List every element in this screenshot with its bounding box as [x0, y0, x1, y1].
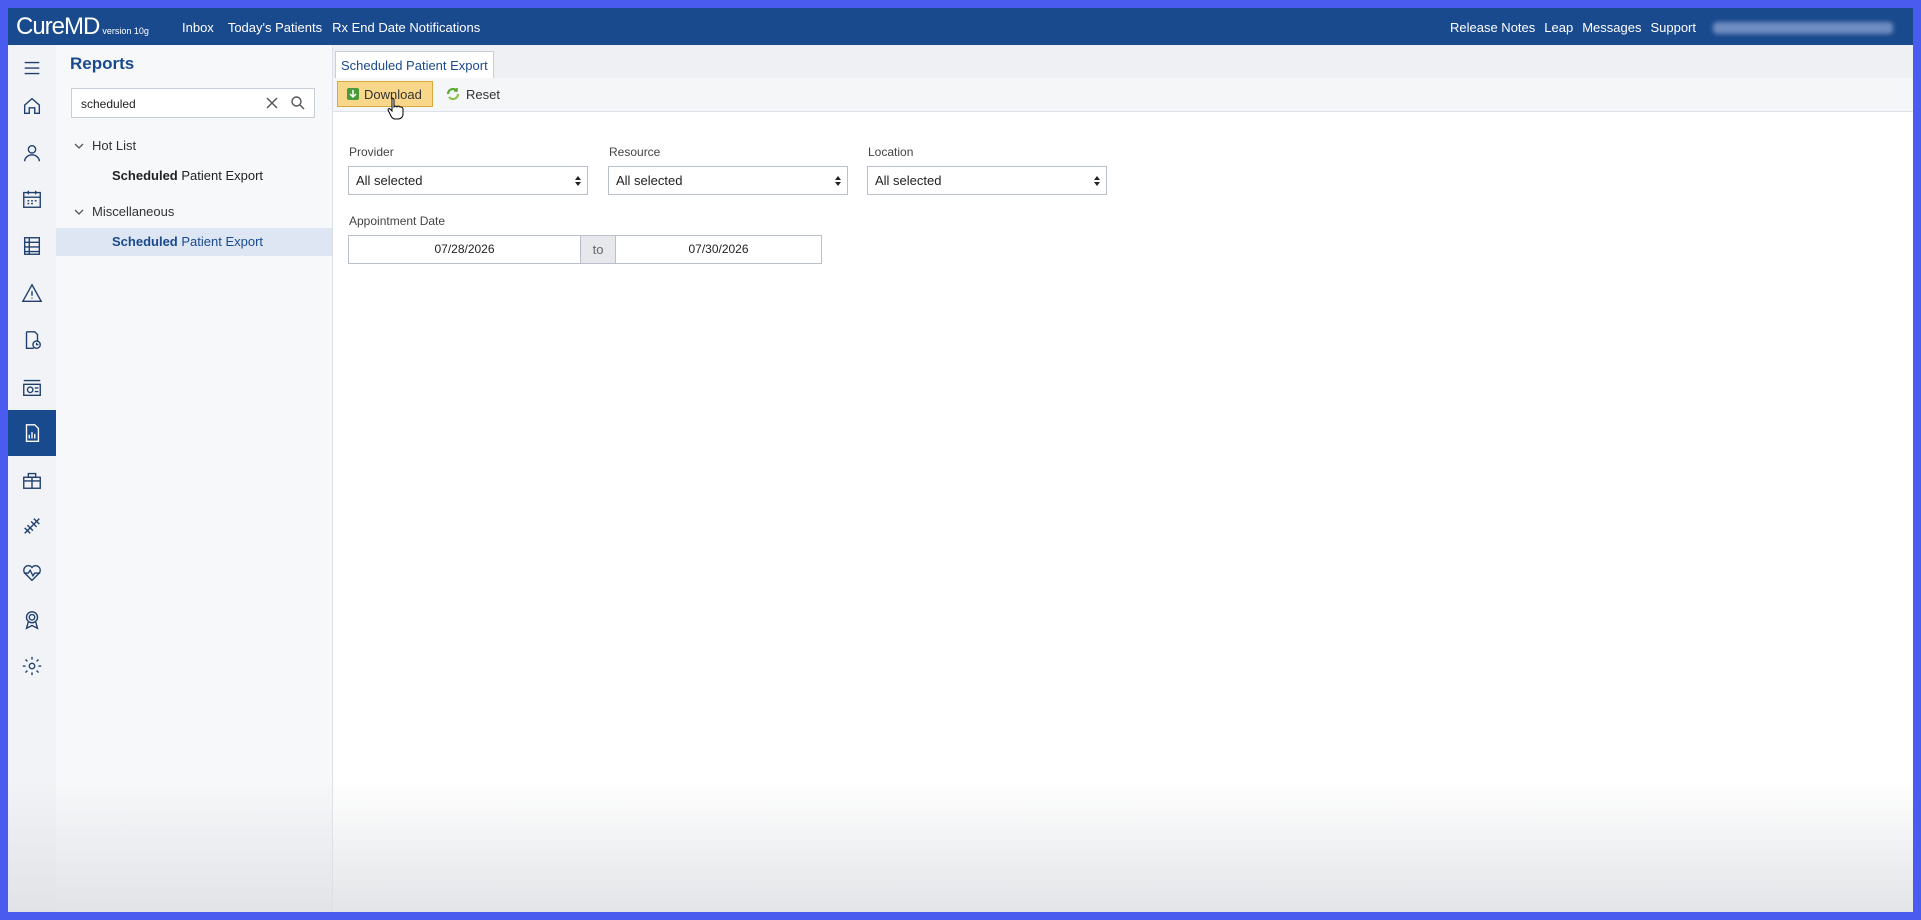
panel-title: Reports	[70, 54, 135, 73]
hand-cursor-icon	[387, 97, 404, 120]
chevron-down-icon	[74, 143, 84, 149]
dna-icon[interactable]	[8, 503, 56, 549]
version-text: version 10g	[102, 26, 149, 36]
item-rest-part: Patient Export	[177, 234, 264, 249]
toolbar: Download Reset	[333, 78, 1913, 112]
download-icon	[347, 88, 359, 100]
report-search-box	[71, 88, 315, 119]
sort-arrows-icon	[835, 176, 841, 186]
sort-arrows-icon	[1094, 176, 1100, 186]
tree-item-scheduled-patient-export-misc[interactable]: Scheduled Patient Export	[56, 228, 332, 256]
reports-icon[interactable]	[8, 410, 56, 456]
provider-select[interactable]: All selected	[348, 166, 588, 195]
reset-icon	[446, 87, 460, 101]
date-range-separator: to	[580, 236, 616, 263]
main-content: Scheduled Patient Export Download Reset …	[333, 45, 1913, 912]
provider-label: Provider	[349, 145, 394, 159]
top-nav: Inbox Today's Patients Rx End Date Notif…	[182, 20, 480, 35]
resource-value: All selected	[616, 173, 683, 188]
date-from-input[interactable]: 07/28/2026	[349, 236, 580, 263]
search-icon[interactable]	[290, 95, 306, 111]
nav-todays-patients[interactable]: Today's Patients	[228, 20, 322, 35]
nav-leap[interactable]: Leap	[1544, 20, 1573, 35]
settings-icon[interactable]	[8, 643, 56, 689]
logo-text: CureMD	[16, 13, 100, 40]
left-rail	[8, 45, 57, 912]
home-icon[interactable]	[8, 83, 56, 129]
item-bold-part: Scheduled	[112, 168, 178, 183]
download-button[interactable]: Download	[337, 81, 433, 107]
gift-icon[interactable]	[8, 457, 56, 503]
nav-support[interactable]: Support	[1650, 20, 1696, 35]
sort-arrows-icon	[575, 176, 581, 186]
location-label: Location	[868, 145, 914, 159]
nav-messages[interactable]: Messages	[1582, 20, 1641, 35]
item-rest-part: Patient Export	[177, 168, 264, 183]
nav-rx-end-date[interactable]: Rx End Date Notifications	[332, 20, 480, 35]
appointment-date-label: Appointment Date	[349, 214, 446, 228]
health-icon[interactable]	[8, 550, 56, 596]
user-icon[interactable]	[8, 130, 56, 176]
award-icon[interactable]	[8, 597, 56, 643]
tree-item-scheduled-patient-export-hotlist[interactable]: Scheduled Patient Export	[56, 162, 332, 190]
top-bar: CureMD version 10g Inbox Today's Patient…	[8, 8, 1913, 45]
location-select[interactable]: All selected	[867, 166, 1107, 195]
nav-inbox[interactable]: Inbox	[182, 20, 214, 35]
app-logo[interactable]: CureMD version 10g	[16, 13, 149, 41]
chevron-down-icon	[74, 209, 84, 215]
clear-icon[interactable]	[264, 95, 280, 111]
table-icon[interactable]	[8, 223, 56, 269]
billing-doc-icon[interactable]	[8, 317, 56, 363]
tree-group-label: Hot List	[92, 138, 137, 153]
reset-label: Reset	[466, 86, 500, 102]
reports-panel: Reports Hot List Scheduled Patient Expor…	[56, 45, 333, 912]
tree-group-label: Miscellaneous	[92, 204, 175, 219]
item-bold-part: Scheduled	[112, 234, 178, 249]
location-value: All selected	[875, 173, 942, 188]
resource-label: Resource	[609, 145, 661, 159]
provider-value: All selected	[356, 173, 423, 188]
resource-select[interactable]: All selected	[608, 166, 848, 195]
date-to-input[interactable]: 07/30/2026	[616, 236, 821, 263]
right-nav: Release Notes Leap Messages Support	[1450, 20, 1893, 35]
calendar-icon[interactable]	[8, 176, 56, 222]
tree-group-hot-list[interactable]: Hot List	[74, 138, 136, 153]
tab-scheduled-patient-export[interactable]: Scheduled Patient Export	[335, 51, 494, 79]
tree-group-miscellaneous[interactable]: Miscellaneous	[74, 204, 174, 219]
payment-icon[interactable]	[8, 364, 56, 410]
nav-release-notes[interactable]: Release Notes	[1450, 20, 1535, 35]
alert-icon[interactable]	[8, 270, 56, 316]
reset-button[interactable]: Reset	[445, 81, 500, 107]
tab-strip: Scheduled Patient Export	[333, 45, 1913, 79]
user-info-redacted[interactable]	[1713, 21, 1893, 34]
appointment-date-range: 07/28/2026 to 07/30/2026	[348, 235, 822, 264]
report-search-input[interactable]	[72, 89, 273, 119]
